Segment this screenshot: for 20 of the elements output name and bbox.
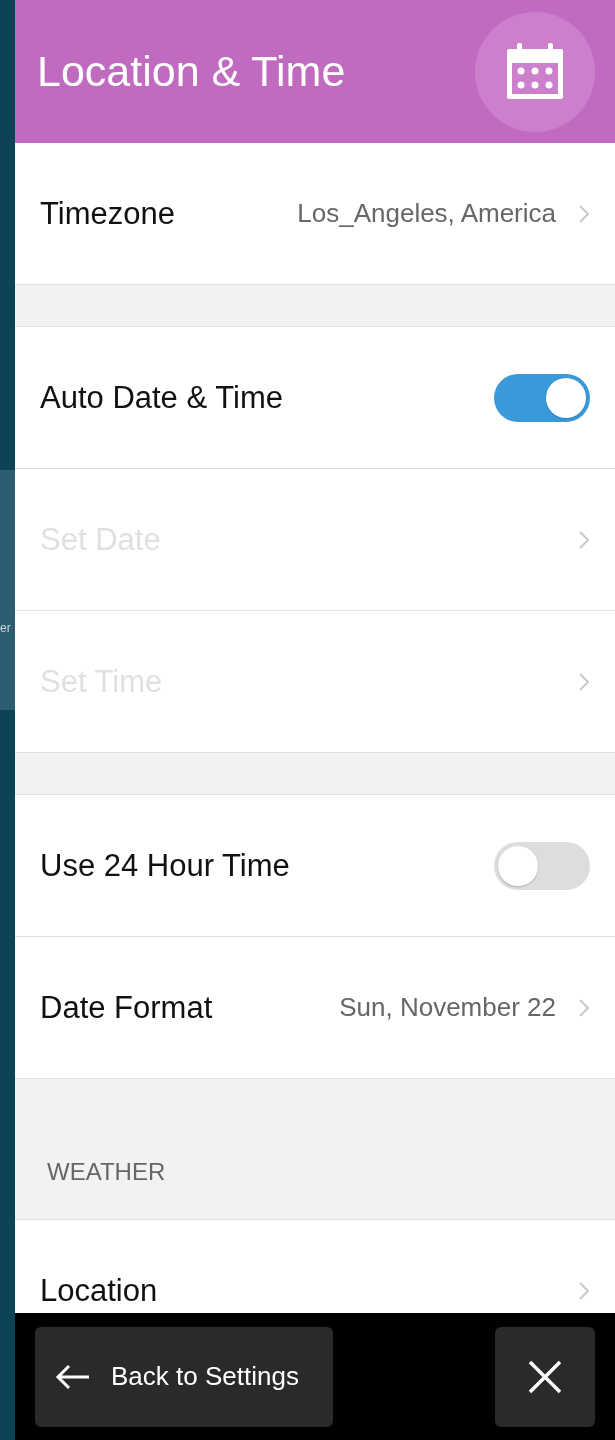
- setting-label: Auto Date & Time: [40, 379, 283, 416]
- background-text: er: [0, 620, 11, 635]
- chevron-right-icon: [578, 529, 590, 550]
- chevron-right-icon: [578, 203, 590, 224]
- toggle-switch[interactable]: [494, 373, 590, 422]
- toggle-switch[interactable]: [494, 841, 590, 890]
- setting-label: Use 24 Hour Time: [40, 847, 290, 884]
- setting-label[interactable]: Timezone: [40, 195, 175, 232]
- chevron-right-icon: [578, 671, 590, 692]
- setting-label[interactable]: Date Format: [40, 989, 213, 1026]
- setting-label[interactable]: Location: [40, 1272, 158, 1309]
- section-heading: WEATHER: [47, 1158, 166, 1186]
- chevron-right-icon: [578, 1280, 590, 1301]
- close-button[interactable]: [495, 1326, 595, 1427]
- chevron-right-icon: [578, 997, 590, 1018]
- setting-value: Sun, November 22: [339, 992, 556, 1023]
- page-title: Location & Time: [37, 47, 346, 96]
- setting-value: Los_Angeles, America: [297, 198, 556, 229]
- close-icon: [527, 1358, 563, 1395]
- back-button[interactable]: Back to Settings: [35, 1326, 333, 1427]
